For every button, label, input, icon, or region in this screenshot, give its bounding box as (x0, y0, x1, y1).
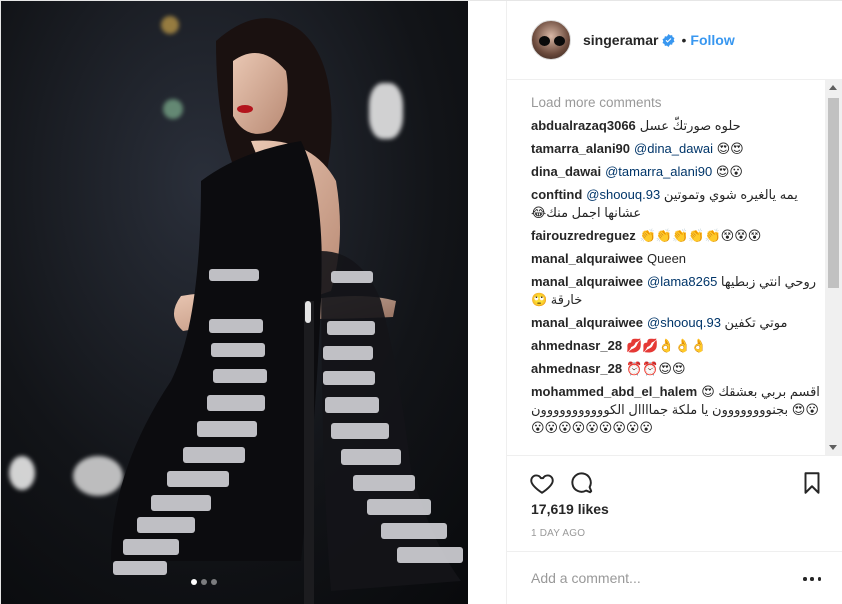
comment-mention[interactable]: @shoouq.93 (586, 187, 660, 202)
comment-text: 😍😍 (716, 141, 744, 156)
comment-username[interactable]: mohammed_abd_el_halem (531, 384, 697, 399)
comment-item: ahmednasr_28 ⏰⏰😍😍 (531, 360, 827, 378)
follow-button[interactable]: Follow (690, 32, 734, 48)
more-options-icon[interactable] (803, 570, 821, 588)
post-side-panel: singeramar • Follow Load more comments a… (506, 1, 842, 604)
comment-item: manal_alquraiwee Queen (531, 250, 827, 268)
carousel-dot (201, 579, 207, 585)
comment-mention[interactable]: @dina_dawai (634, 141, 713, 156)
carousel-dot-active (191, 579, 197, 585)
comment-item: fairouzredreguez 👏👏👏👏👏😵😵😵 (531, 227, 827, 245)
comment-item: manal_alquraiwee @lama8265 روحي انتي زبطي… (531, 273, 827, 309)
comment-item: manal_alquraiwee @shoouq.93 موتي تكفين (531, 314, 827, 332)
comment-username[interactable]: abdualrazaq3066 (531, 118, 636, 133)
comment-username[interactable]: ahmednasr_28 (531, 338, 622, 353)
comment-username[interactable]: fairouzredreguez (531, 228, 636, 243)
post-actions (529, 470, 825, 498)
comment-item: conftind @shoouq.93 يمه يالغيره شوي وتموت… (531, 186, 827, 222)
carousel-indicator (191, 579, 217, 585)
likes-count[interactable]: 17,619 likes (531, 501, 609, 517)
scroll-down-arrow-icon[interactable] (829, 445, 837, 450)
bookmark-icon[interactable] (799, 470, 825, 496)
carousel-dot (211, 579, 217, 585)
comment-username[interactable]: manal_alquraiwee (531, 251, 643, 266)
comment-username[interactable]: ahmednasr_28 (531, 361, 622, 376)
post-actions-section (507, 455, 842, 494)
sunglasses-icon (539, 36, 565, 46)
comment-bubble-icon[interactable] (569, 470, 595, 496)
comments-scrollbar[interactable] (825, 80, 842, 455)
comment-text: 💋💋👌👌👌 (626, 338, 707, 353)
post-modal: singeramar • Follow Load more comments a… (0, 0, 842, 604)
comment-item: ahmednasr_28 💋💋👌👌👌 (531, 337, 827, 355)
scroll-up-arrow-icon[interactable] (829, 85, 837, 90)
comment-username[interactable]: dina_dawai (531, 164, 601, 179)
comment-item: tamarra_alani90 @dina_dawai 😍😍 (531, 140, 827, 158)
post-photo[interactable] (1, 1, 506, 604)
avatar[interactable] (531, 20, 571, 60)
comment-username[interactable]: manal_alquraiwee (531, 315, 643, 330)
comment-item: mohammed_abd_el_halem اقسم بربي بعشقك 😍😮😍… (531, 383, 827, 437)
scrollbar-thumb[interactable] (828, 98, 839, 288)
comment-item: dina_dawai @tamarra_alani90 😍😮 (531, 163, 827, 181)
add-comment-input[interactable] (531, 568, 781, 588)
comments-list: Load more comments abdualrazaq3066 حلوه ص… (531, 93, 827, 455)
comment-username[interactable]: tamarra_alani90 (531, 141, 630, 156)
comment-mention[interactable]: @lama8265 (647, 274, 717, 289)
comment-text: 😍😮 (715, 164, 743, 179)
comment-item: abdualrazaq3066 حلوه صورتكّ عسل (531, 117, 827, 135)
comment-text: ⏰⏰😍😍 (626, 361, 686, 376)
heart-icon[interactable] (529, 470, 555, 496)
comment-mention[interactable]: @shoouq.93 (647, 315, 721, 330)
photo-panel-gap (468, 1, 506, 604)
add-comment-section (507, 551, 842, 604)
username-link[interactable]: singeramar (583, 32, 658, 48)
model-figure (111, 18, 463, 604)
verified-badge-icon (662, 33, 675, 47)
comment-mention[interactable]: @tamarra_alani90 (605, 164, 712, 179)
post-header: singeramar • Follow (507, 1, 842, 80)
load-more-comments-button[interactable]: Load more comments (531, 93, 827, 113)
comment-text: 👏👏👏👏👏😵😵😵 (639, 228, 762, 243)
comment-username[interactable]: conftind (531, 187, 582, 202)
comment-text: حلوه صورتكّ عسل (639, 118, 741, 133)
comment-text: Queen (647, 251, 687, 266)
comment-username[interactable]: manal_alquraiwee (531, 274, 643, 289)
header-separator: • (681, 32, 687, 48)
post-date[interactable]: 1 DAY AGO (531, 528, 585, 539)
comment-text: موتي تكفين (724, 315, 788, 330)
